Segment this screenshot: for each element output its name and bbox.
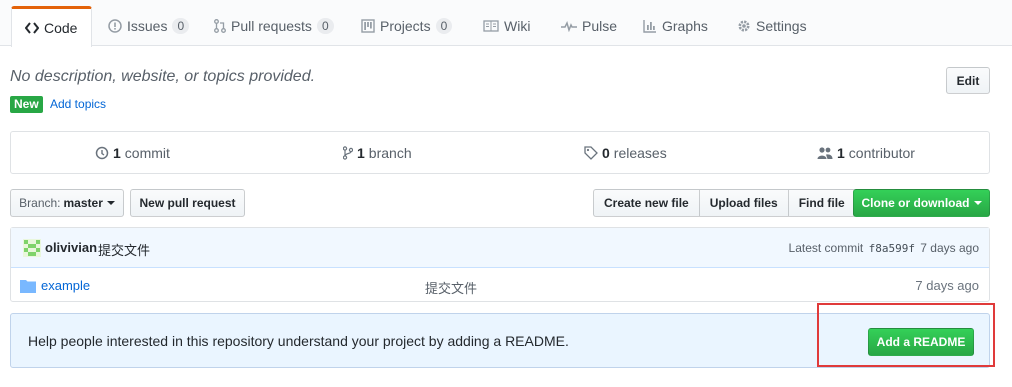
edit-button[interactable]: Edit [946, 67, 990, 94]
pulse-icon [561, 20, 577, 32]
releases-label: releases [613, 145, 667, 161]
commits-label: commit [124, 145, 170, 161]
highlight-box [817, 303, 995, 367]
file-age: 7 days ago [915, 278, 979, 293]
people-icon [817, 146, 833, 160]
commits-link[interactable]: 1 commit [95, 145, 170, 161]
tab-issues[interactable]: Issues 0 [108, 6, 190, 46]
graph-icon [643, 19, 657, 33]
commit-sha-link[interactable]: f8a599f [869, 242, 915, 255]
readme-prompt-text: Help people interested in this repositor… [28, 333, 569, 349]
clone-or-download-button[interactable]: Clone or download [853, 189, 990, 217]
tab-graphs[interactable]: Graphs [643, 6, 708, 46]
repo-description: No description, website, or topics provi… [10, 68, 316, 85]
tab-wiki[interactable]: Wiki [483, 6, 530, 46]
repo-nav-tabs: Code Issues 0 Pull requests 0 Projects 0… [0, 0, 1012, 47]
branch-select-button[interactable]: Branch: master [10, 189, 124, 217]
branches-label: branch [368, 145, 412, 161]
contributors-link[interactable]: 1 contributor [817, 145, 915, 161]
tab-projects[interactable]: Projects 0 [361, 6, 453, 46]
tag-icon [584, 146, 598, 160]
contributors-count: 1 [837, 145, 845, 161]
history-icon [95, 146, 109, 160]
tab-code-label: Code [44, 20, 78, 36]
book-icon [483, 20, 499, 32]
releases-link[interactable]: 0 releases [584, 145, 667, 161]
chevron-down-icon [973, 201, 982, 205]
pull-request-icon [214, 19, 226, 33]
commit-message-link[interactable]: 提交文件 [98, 240, 150, 259]
tab-wiki-label: Wiki [504, 18, 531, 34]
commit-tease: olivivian 提交文件 Latest commit f8a599f 7 d… [11, 228, 989, 268]
latest-commit-info: Latest commit f8a599f 7 days ago [789, 241, 979, 255]
chevron-down-icon [106, 201, 115, 205]
branch-select-label: Branch: [19, 196, 61, 210]
projects-count: 0 [435, 18, 453, 34]
repo-summary: 1 commit 1 branch 0 releases 1 contribut… [10, 131, 990, 174]
create-new-file-button[interactable]: Create new file [593, 189, 700, 217]
tab-pull-requests[interactable]: Pull requests 0 [214, 6, 334, 46]
project-icon [361, 19, 375, 33]
tab-settings-label: Settings [756, 18, 807, 34]
branches-link[interactable]: 1 branch [343, 145, 412, 161]
issue-icon [108, 19, 122, 33]
tab-graphs-label: Graphs [662, 18, 708, 34]
tab-code[interactable]: Code [11, 6, 93, 47]
tab-pulse[interactable]: Pulse [561, 6, 617, 46]
commit-age: 7 days ago [920, 241, 979, 255]
branches-count: 1 [357, 145, 365, 161]
tab-pull-requests-label: Pull requests [231, 18, 312, 34]
commit-author-link[interactable]: olivivian [45, 240, 97, 255]
table-row: example 提交文件 7 days ago [11, 269, 989, 302]
find-file-button[interactable]: Find file [787, 189, 856, 217]
latest-commit-label: Latest commit [788, 241, 864, 255]
folder-icon [20, 280, 36, 293]
code-icon [25, 22, 39, 34]
new-pull-request-button[interactable]: New pull request [130, 189, 245, 217]
commits-count: 1 [113, 145, 121, 161]
issues-count: 0 [172, 18, 190, 34]
gear-icon [737, 19, 751, 33]
tab-settings[interactable]: Settings [737, 6, 807, 46]
contributors-label: contributor [848, 145, 915, 161]
branch-select-value: master [63, 196, 103, 210]
tab-projects-label: Projects [380, 18, 431, 34]
releases-count: 0 [602, 145, 610, 161]
file-name-link[interactable]: example [41, 278, 90, 293]
avatar[interactable] [23, 239, 41, 257]
file-list: olivivian 提交文件 Latest commit f8a599f 7 d… [10, 227, 990, 302]
add-topics-link[interactable]: Add topics [50, 97, 106, 111]
clone-or-download-label: Clone or download [861, 196, 970, 210]
branch-icon [343, 146, 353, 160]
tab-pulse-label: Pulse [582, 18, 618, 34]
file-commit-message[interactable]: 提交文件 [425, 278, 477, 297]
new-badge: New [10, 96, 43, 113]
upload-files-button[interactable]: Upload files [698, 189, 789, 217]
tab-issues-label: Issues [127, 18, 168, 34]
file-actions-group: Create new file Upload files Find file [593, 189, 856, 217]
pull-requests-count: 0 [316, 18, 334, 34]
